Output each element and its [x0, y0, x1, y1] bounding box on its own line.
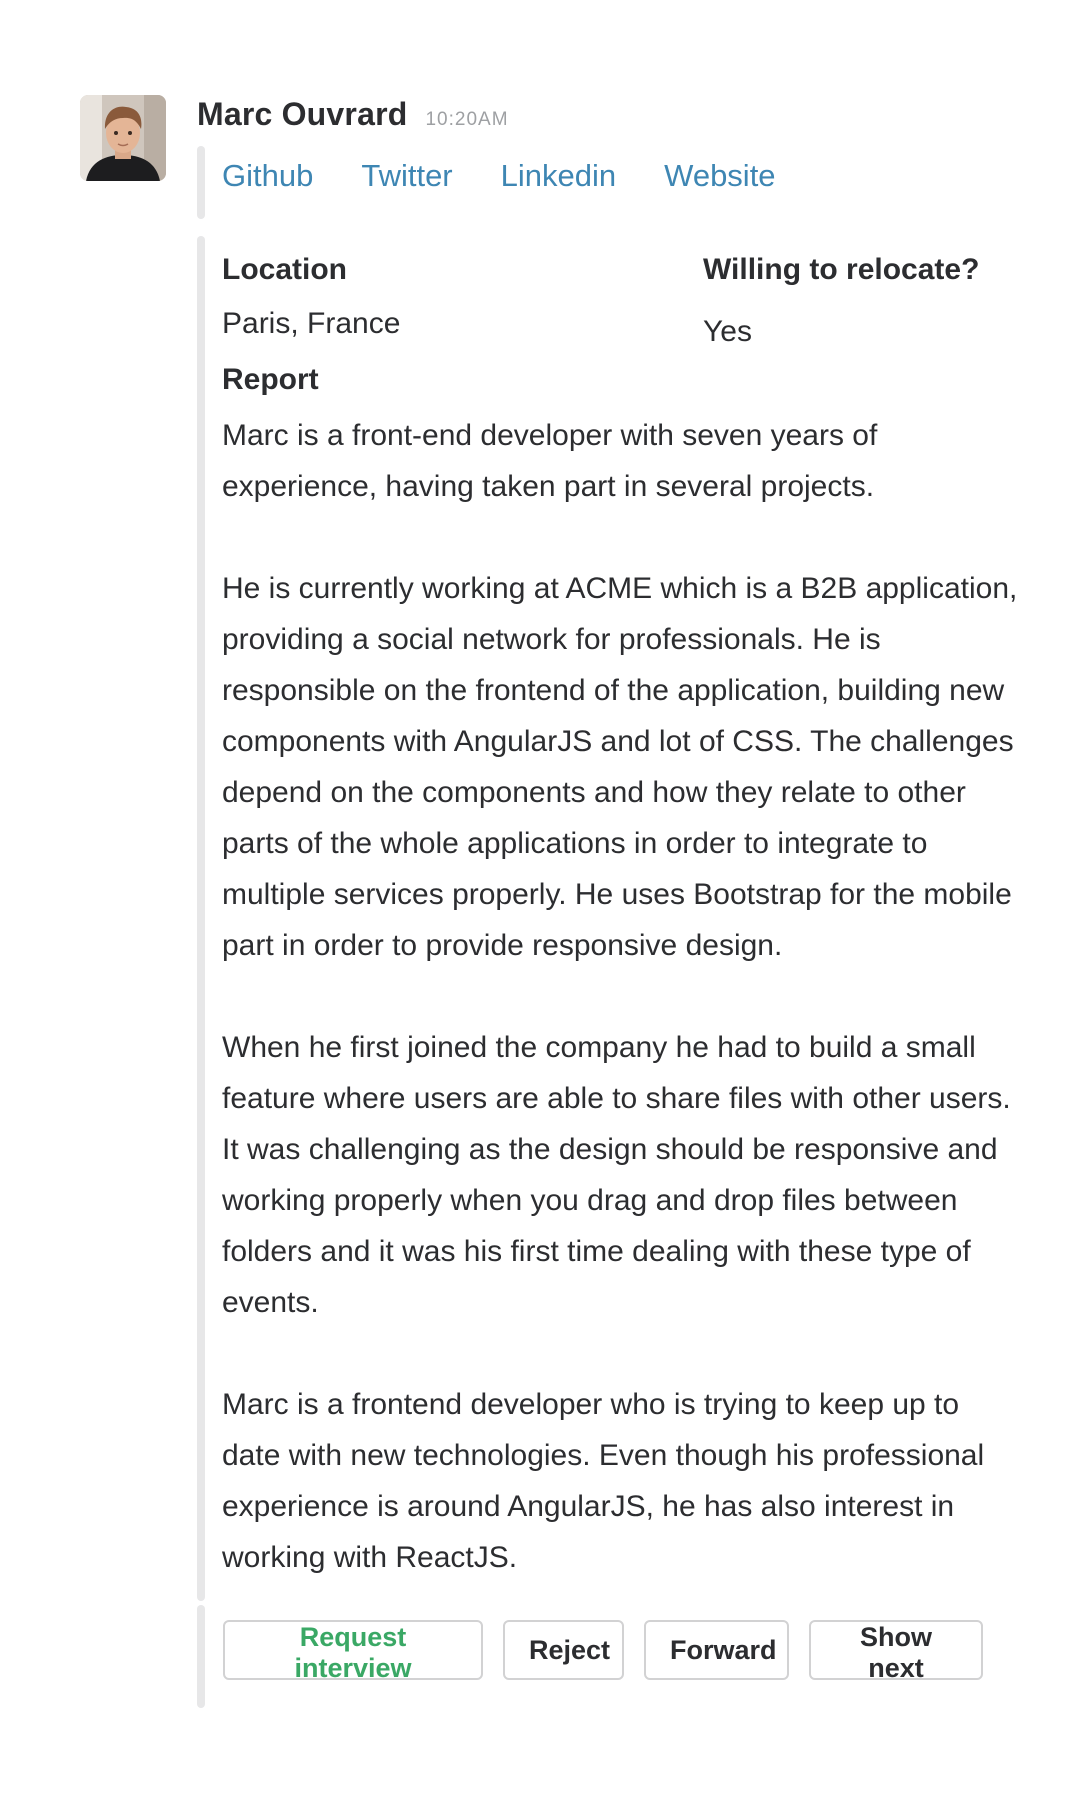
- attachment-bar: [197, 236, 205, 1601]
- profile-links: Github Twitter Linkedin Website: [222, 158, 776, 194]
- linkedin-link[interactable]: Linkedin: [501, 158, 616, 194]
- github-link[interactable]: Github: [222, 158, 313, 194]
- twitter-link[interactable]: Twitter: [361, 158, 452, 194]
- report-paragraph: He is currently working at ACME which is…: [222, 572, 1018, 962]
- forward-button[interactable]: Forward: [644, 1620, 789, 1680]
- report-body: Marc is a front-end developer with seven…: [222, 410, 1022, 1583]
- location-value: Paris, France: [222, 307, 401, 340]
- person-photo-avatar-icon: [80, 95, 166, 181]
- sender-name[interactable]: Marc Ouvrard: [197, 96, 407, 133]
- attachment-bar: [197, 146, 205, 219]
- relocate-label: Willing to relocate?: [703, 253, 980, 286]
- action-buttons: Request interview Reject Forward Show ne…: [223, 1620, 983, 1683]
- attachment-bar: [197, 1605, 205, 1708]
- candidate-message: Marc Ouvrard 10:20AM Github Twitter Link…: [0, 0, 1080, 1807]
- report-paragraph: When he first joined the company he had …: [222, 1031, 1011, 1319]
- reject-button[interactable]: Reject: [503, 1620, 624, 1680]
- report-paragraph: Marc is a frontend developer who is tryi…: [222, 1388, 985, 1574]
- report-label: Report: [222, 363, 319, 396]
- show-next-button[interactable]: Show next: [809, 1620, 983, 1683]
- request-interview-button[interactable]: Request interview: [223, 1620, 483, 1683]
- message-timestamp[interactable]: 10:20AM: [425, 109, 508, 131]
- location-label: Location: [222, 253, 347, 286]
- avatar[interactable]: [80, 95, 166, 181]
- website-link[interactable]: Website: [664, 158, 775, 194]
- relocate-value: Yes: [703, 315, 752, 348]
- message-header: Marc Ouvrard 10:20AM: [197, 96, 509, 133]
- report-paragraph: Marc is a front-end developer with seven…: [222, 419, 878, 503]
